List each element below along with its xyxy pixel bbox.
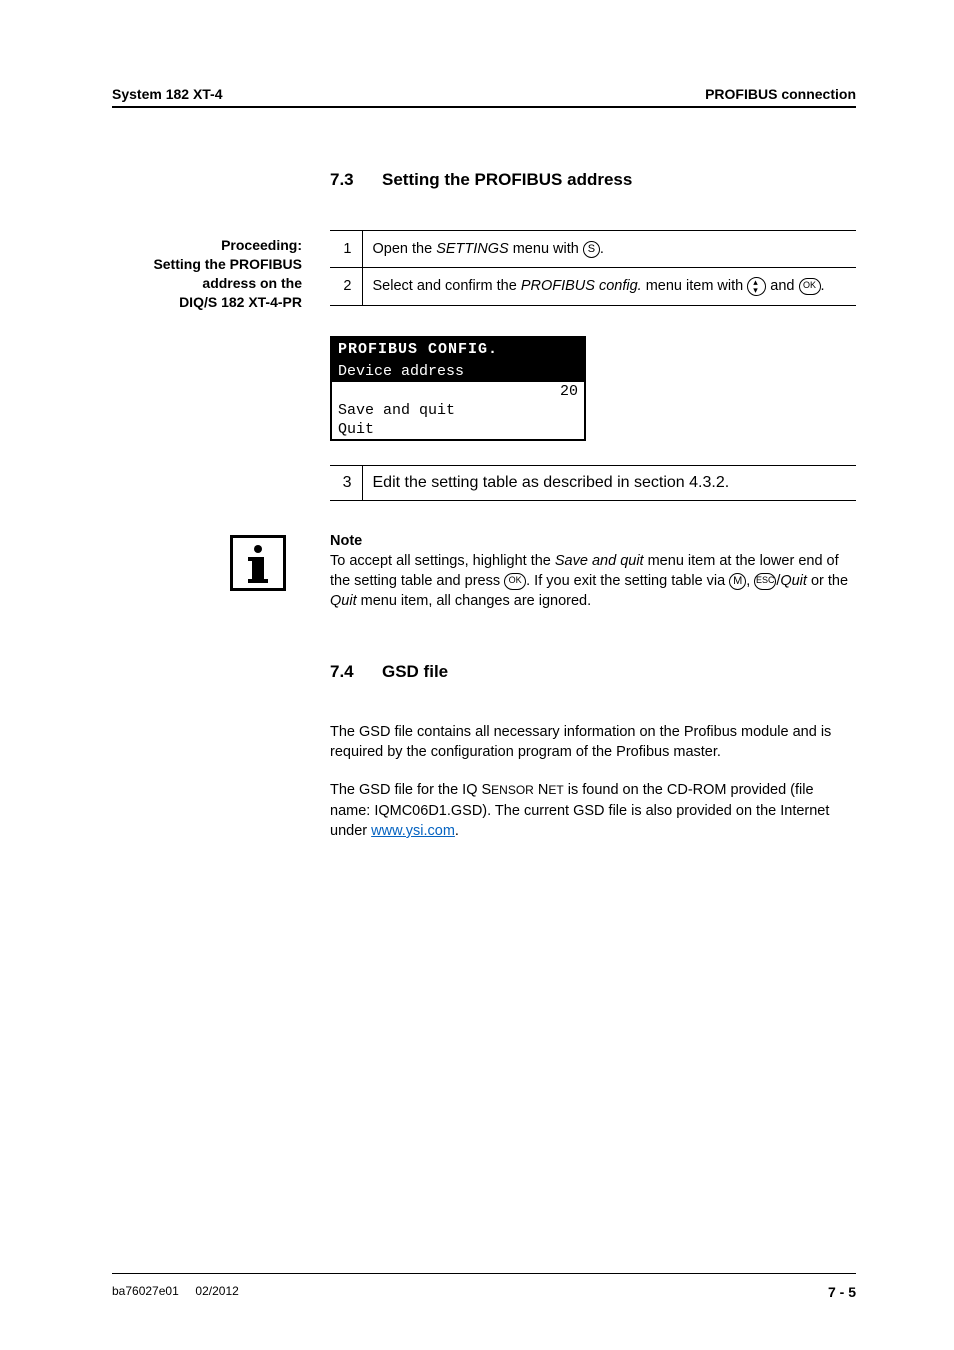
lcd-title: PROFIBUS CONFIG. bbox=[332, 338, 584, 361]
table-row: 1 Open the SETTINGS menu with S. bbox=[330, 231, 856, 268]
ysi-link[interactable]: www.ysi.com bbox=[371, 823, 455, 839]
section-7-4-heading: 7.4GSD file bbox=[330, 662, 856, 682]
step-number: 1 bbox=[330, 231, 362, 268]
step-text: Open the SETTINGS menu with S. bbox=[362, 231, 856, 268]
note-text: Note To accept all settings, highlight t… bbox=[330, 531, 856, 612]
section-7-3-title: Setting the PROFIBUS address bbox=[382, 170, 632, 189]
note-heading: Note bbox=[330, 531, 856, 551]
paragraph: The GSD file contains all necessary info… bbox=[330, 722, 856, 763]
lcd-row: Save and quit bbox=[332, 401, 584, 420]
step-text: Edit the setting table as described in s… bbox=[362, 465, 856, 500]
step-number: 3 bbox=[330, 465, 362, 500]
lcd-row: Quit bbox=[332, 420, 584, 439]
key-ok-icon: OK bbox=[504, 573, 526, 590]
header-right: PROFIBUS connection bbox=[705, 86, 856, 102]
steps-table-bottom: 3 Edit the setting table as described in… bbox=[330, 465, 856, 501]
sidebar-line-3: address on the bbox=[112, 274, 302, 293]
key-m-icon: M bbox=[729, 573, 746, 590]
key-ok-icon: OK bbox=[799, 278, 821, 295]
step-number: 2 bbox=[330, 268, 362, 305]
section-7-3-heading: 7.3Setting the PROFIBUS address bbox=[330, 170, 856, 190]
header-left: System 182 XT-4 bbox=[112, 86, 223, 102]
section-7-4-number: 7.4 bbox=[330, 662, 382, 682]
sidebar-line-4: DIQ/S 182 XT-4-PR bbox=[112, 293, 302, 312]
header-rule bbox=[112, 106, 856, 108]
paragraph: The GSD file for the IQ SENSOR NET is fo… bbox=[330, 780, 856, 841]
info-icon bbox=[230, 535, 286, 591]
key-s-icon: S bbox=[583, 241, 600, 258]
page-number: 7 - 5 bbox=[828, 1284, 856, 1300]
footer-doc-id: ba76027e01 bbox=[112, 1284, 179, 1298]
sidebar-line-1: Proceeding: bbox=[112, 236, 302, 255]
sidebar-line-2: Setting the PROFIBUS bbox=[112, 255, 302, 274]
lcd-screenshot: PROFIBUS CONFIG. Device address 20 Save … bbox=[330, 336, 586, 441]
key-updown-icon bbox=[747, 277, 766, 296]
step-text: Select and confirm the PROFIBUS config. … bbox=[362, 268, 856, 305]
key-esc-icon: ESC bbox=[754, 573, 776, 590]
section-7-3-number: 7.3 bbox=[330, 170, 382, 190]
sidebar-proceeding: Proceeding: Setting the PROFIBUS address… bbox=[112, 230, 330, 312]
lcd-value-row: 20 bbox=[332, 382, 584, 401]
table-row: 2 Select and confirm the PROFIBUS config… bbox=[330, 268, 856, 305]
table-row: 3 Edit the setting table as described in… bbox=[330, 465, 856, 500]
lcd-highlighted-row: Device address bbox=[332, 361, 584, 382]
steps-table-top: 1 Open the SETTINGS menu with S. 2 Selec… bbox=[330, 230, 856, 306]
footer-date: 02/2012 bbox=[195, 1284, 238, 1298]
footer-rule bbox=[112, 1273, 856, 1274]
lcd-value: 20 bbox=[560, 383, 578, 400]
section-7-4-title: GSD file bbox=[382, 662, 448, 681]
